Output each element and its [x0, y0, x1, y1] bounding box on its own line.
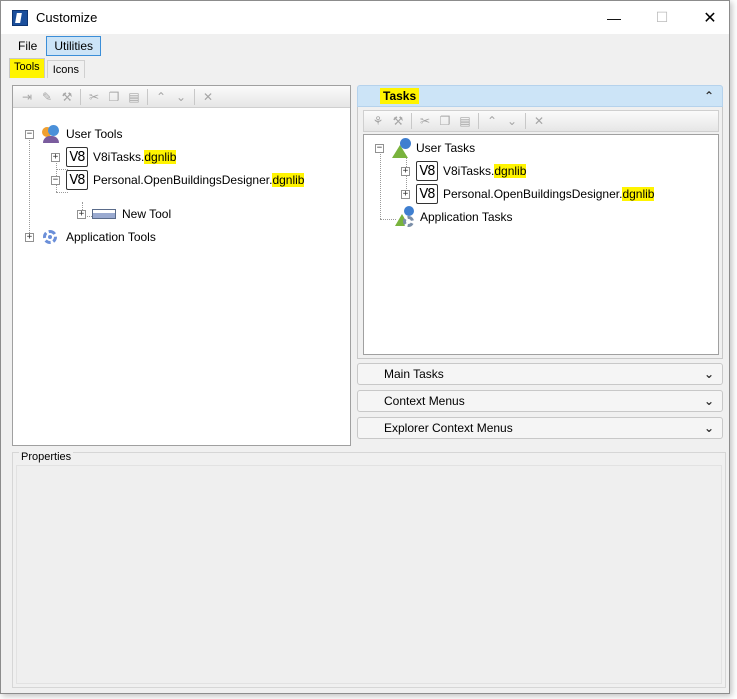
chevron-up-icon[interactable]: ⌃: [704, 89, 714, 103]
tree-node-v8i-lib[interactable]: + V8 V8iTasks.dgnlib: [51, 147, 177, 167]
explorer-context-menus-panel[interactable]: Explorer Context Menus ⌄: [357, 417, 723, 439]
copy-icon[interactable]: ❐: [435, 112, 455, 130]
toolbar-separator: [478, 113, 479, 129]
expand-toggle[interactable]: +: [77, 209, 86, 219]
app-icon: [12, 9, 28, 26]
tools-toolbar: ⇥ ✎ ⚒ ✂ ❐ ▤ ⌃ ⌄ ✕: [13, 86, 350, 108]
tab-strip: Tools Icons: [9, 58, 87, 78]
move-down-icon[interactable]: ⌄: [502, 112, 522, 130]
v8-library-icon: V8: [66, 170, 88, 190]
main-tasks-label: Main Tasks: [384, 367, 444, 381]
customize-window: Customize — ☐ ✕ File Utilities Tools Ico…: [0, 0, 730, 694]
tree-node-application-tools[interactable]: + Application Tools: [25, 227, 156, 247]
paste-icon[interactable]: ▤: [455, 112, 475, 130]
tab-icons[interactable]: Icons: [46, 60, 85, 78]
expand-toggle[interactable]: +: [25, 232, 34, 242]
application-tasks-label: Application Tasks: [420, 210, 513, 224]
toolbar-separator: [525, 113, 526, 129]
toolbar-separator: [147, 88, 148, 105]
collapse-toggle[interactable]: −: [25, 129, 34, 139]
tree-node-personal-lib[interactable]: − V8 Personal.OpenBuildingsDesigner.dgnl…: [51, 170, 305, 190]
move-down-icon[interactable]: ⌄: [171, 88, 191, 106]
arrow-right-icon[interactable]: ⇥: [17, 88, 37, 106]
user-tasks-icon: [390, 137, 412, 159]
tool-edit-icon[interactable]: ⚒: [388, 112, 408, 130]
application-tools-label: Application Tools: [66, 230, 156, 244]
tree-node-application-tasks[interactable]: Application Tasks: [394, 206, 513, 228]
tasks-v8i-lib-name: V8iTasks.dgnlib: [443, 164, 527, 178]
title-bar[interactable]: Customize — ☐ ✕: [1, 1, 729, 34]
tree-line: [56, 192, 68, 193]
user-tasks-label: User Tasks: [416, 141, 476, 155]
context-menus-label: Context Menus: [384, 394, 465, 408]
collapse-toggle[interactable]: −: [375, 143, 384, 153]
delete-icon[interactable]: ✕: [529, 112, 549, 130]
tree-line: [29, 136, 30, 239]
menu-file[interactable]: File: [11, 37, 44, 55]
v8-library-icon: V8: [416, 161, 438, 181]
tree-node-tasks-personal-lib[interactable]: + V8 Personal.OpenBuildingsDesigner.dgnl…: [401, 184, 655, 204]
paste-icon[interactable]: ▤: [124, 88, 144, 106]
collapse-toggle[interactable]: −: [51, 175, 60, 185]
delete-icon[interactable]: ✕: [198, 88, 218, 106]
chevron-down-icon[interactable]: ⌄: [704, 421, 714, 435]
user-tools-icon: [40, 124, 62, 144]
toolbar-separator: [80, 88, 81, 105]
v8-library-icon: V8: [66, 147, 88, 167]
minimize-button[interactable]: —: [591, 1, 637, 34]
menu-utilities[interactable]: Utilities: [46, 36, 102, 56]
tree-node-tasks-v8i-lib[interactable]: + V8 V8iTasks.dgnlib: [401, 161, 527, 181]
tool-edit-icon[interactable]: ⚒: [57, 88, 77, 106]
move-up-icon[interactable]: ⌃: [151, 88, 171, 106]
cut-icon[interactable]: ✂: [84, 88, 104, 106]
chevron-down-icon[interactable]: ⌄: [704, 394, 714, 408]
tasks-title: Tasks: [380, 88, 420, 104]
tasks-panel-body: ⚘ ⚒ ✂ ❐ ▤ ⌃ ⌄ ✕ − User Tasks + V8 V8iTas…: [357, 107, 723, 359]
cut-icon[interactable]: ✂: [415, 112, 435, 130]
menu-bar: File Utilities: [1, 35, 729, 57]
tool-icon: [92, 209, 116, 219]
application-tools-icon: [40, 227, 62, 247]
new-tool-label: New Tool: [122, 207, 172, 221]
main-tasks-panel[interactable]: Main Tasks ⌄: [357, 363, 723, 385]
close-button[interactable]: ✕: [687, 1, 733, 34]
tree-node-user-tasks[interactable]: − User Tasks: [375, 138, 475, 158]
tasks-panel-header[interactable]: Tasks ⌃: [357, 85, 723, 107]
properties-area[interactable]: [16, 465, 722, 684]
application-tasks-icon: [394, 206, 416, 228]
expand-toggle[interactable]: +: [401, 166, 410, 176]
toolbar-separator: [411, 113, 412, 129]
wrench-icon[interactable]: ✎: [37, 88, 57, 106]
tree-node-new-tool[interactable]: + New Tool: [77, 204, 171, 224]
personal-lib-name: Personal.OpenBuildingsDesigner.dgnlib: [93, 173, 305, 187]
v8-library-icon: V8: [416, 184, 438, 204]
properties-label: Properties: [19, 451, 74, 463]
expand-toggle[interactable]: +: [51, 152, 60, 162]
add-task-icon[interactable]: ⚘: [368, 112, 388, 130]
move-up-icon[interactable]: ⌃: [482, 112, 502, 130]
tab-tools[interactable]: Tools: [9, 58, 45, 78]
toolbar-separator: [194, 88, 195, 105]
chevron-down-icon[interactable]: ⌄: [704, 367, 714, 381]
user-tools-label: User Tools: [66, 127, 123, 141]
context-menus-panel[interactable]: Context Menus ⌄: [357, 390, 723, 412]
tree-line: [380, 151, 381, 219]
copy-icon[interactable]: ❐: [104, 88, 124, 106]
explorer-context-menus-label: Explorer Context Menus: [384, 421, 513, 435]
properties-group: Properties: [12, 451, 726, 688]
tools-tree-pane: ⇥ ✎ ⚒ ✂ ❐ ▤ ⌃ ⌄ ✕ − User Tools + V8 V8iT…: [12, 85, 351, 446]
tasks-personal-lib-name: Personal.OpenBuildingsDesigner.dgnlib: [443, 187, 655, 201]
tasks-toolbar: ⚘ ⚒ ✂ ❐ ▤ ⌃ ⌄ ✕: [363, 110, 719, 132]
tasks-tree: − User Tasks + V8 V8iTasks.dgnlib + V8 P…: [363, 134, 719, 355]
expand-toggle[interactable]: +: [401, 189, 410, 199]
window-title: Customize: [36, 10, 98, 25]
v8i-lib-name: V8iTasks.dgnlib: [93, 150, 177, 164]
maximize-button[interactable]: ☐: [639, 1, 685, 34]
tree-node-user-tools[interactable]: − User Tools: [25, 124, 122, 144]
